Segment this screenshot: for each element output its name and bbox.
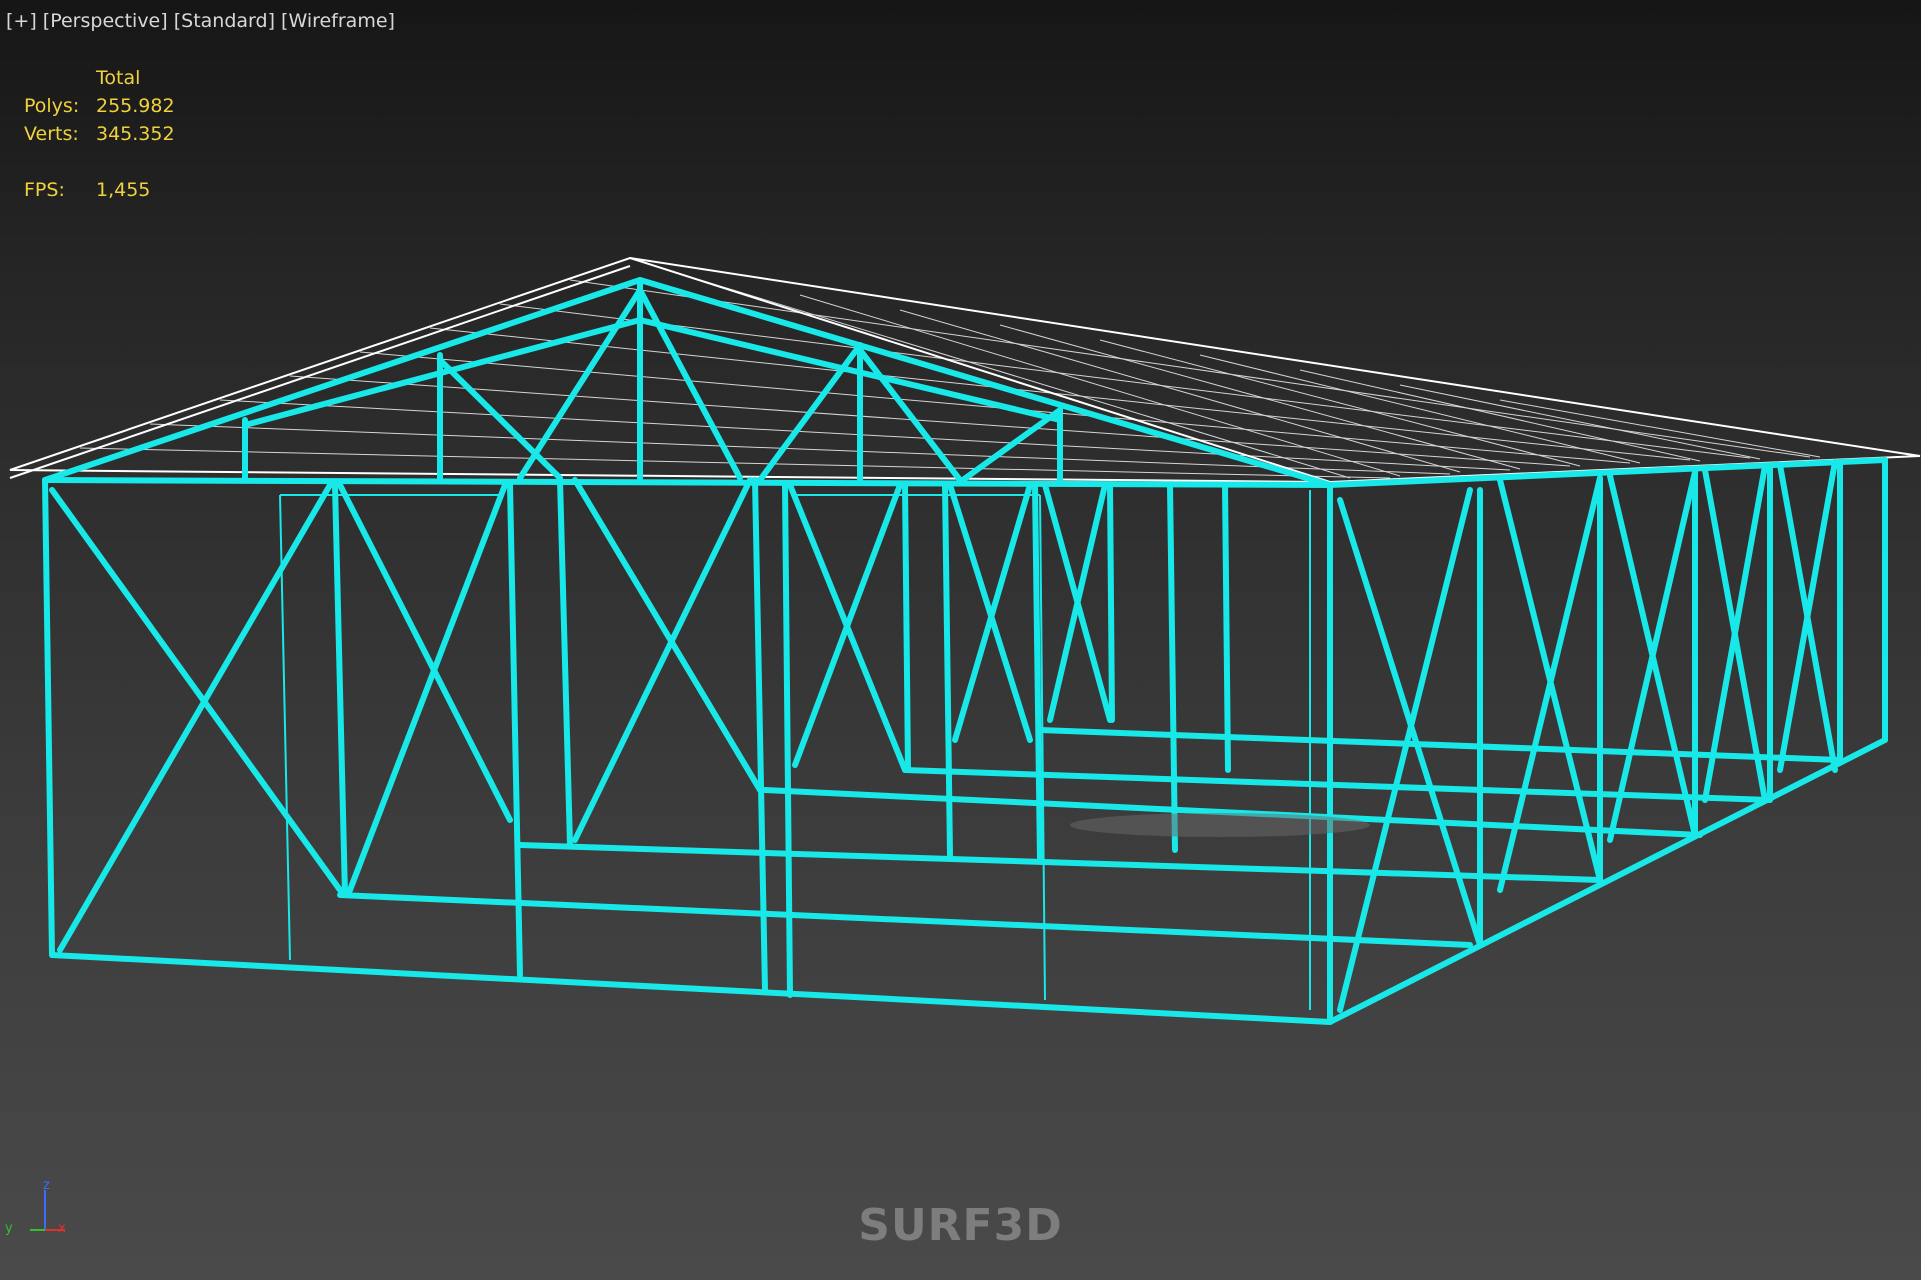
- axis-label-z: z: [43, 1178, 50, 1193]
- viewport-perspective[interactable]: [+] [Perspective] [Standard] [Wireframe]…: [0, 0, 1921, 1280]
- ground-shadow: [1070, 813, 1370, 837]
- watermark-logo: SURF3D: [858, 1200, 1063, 1251]
- wireframe-model[interactable]: [0, 0, 1921, 1280]
- frame-wireframe: [42, 277, 1888, 1025]
- roof-wireframe: [9, 256, 1921, 484]
